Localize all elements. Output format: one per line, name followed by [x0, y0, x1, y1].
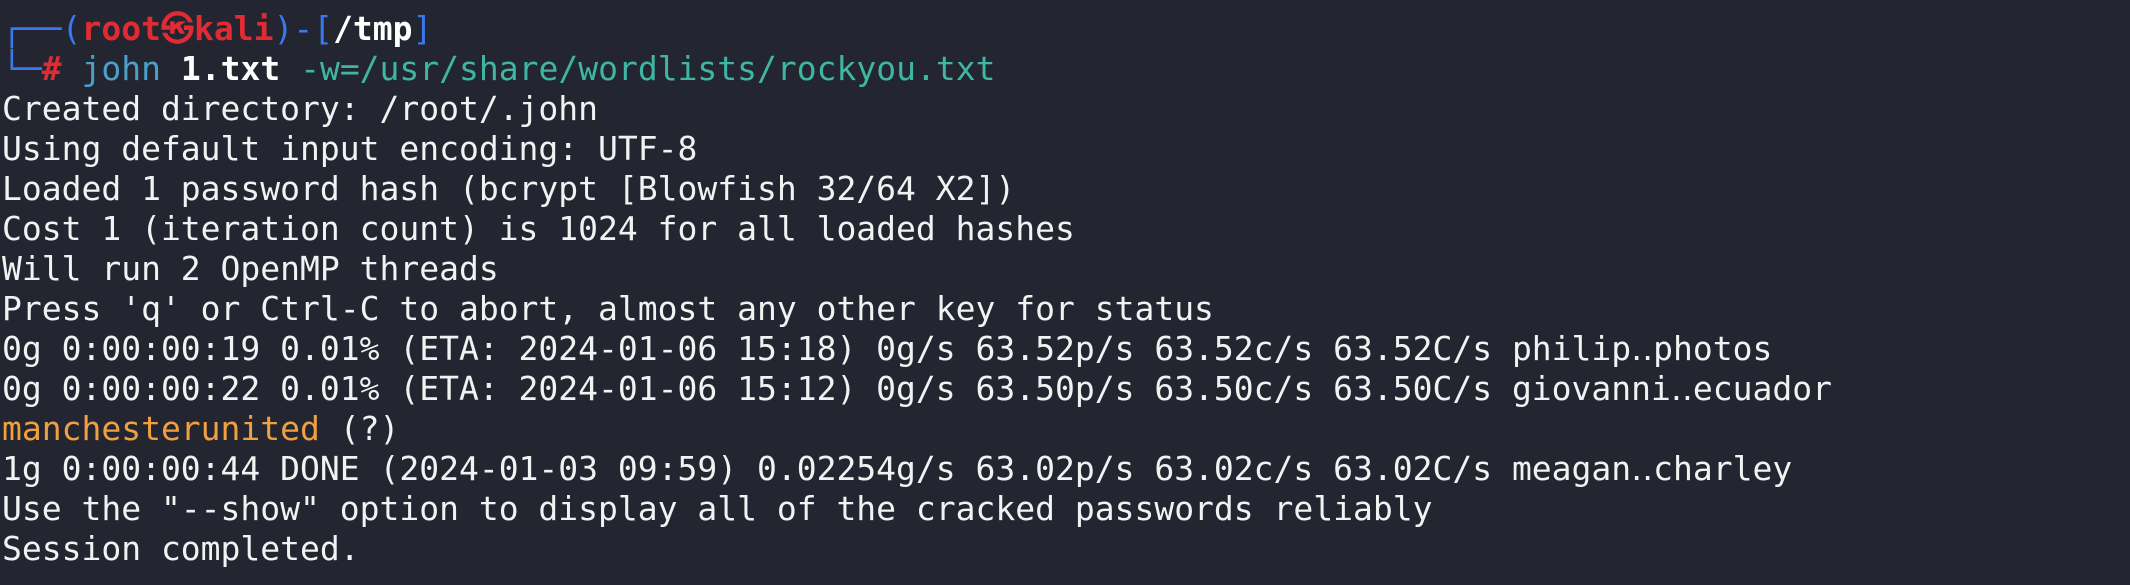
prompt-frame-top: ┌──: [2, 9, 62, 48]
status-line: 1g 0:00:00:44 DONE (2024-01-03 09:59) 0.…: [2, 449, 1793, 488]
prompt-frame-bottom: └─: [2, 49, 42, 88]
output-line: Press 'q' or Ctrl-C to abort, almost any…: [2, 289, 1214, 328]
prompt-separator: )-[: [273, 9, 334, 48]
output-line: Session completed.: [2, 529, 360, 568]
output-line: Use the "--show" option to display all o…: [2, 489, 1433, 528]
cracked-password: manchesterunited: [2, 409, 320, 448]
prompt-host: kali: [193, 9, 274, 48]
prompt-open-paren: (: [61, 9, 82, 48]
status-line: 0g 0:00:00:19 0.01% (ETA: 2024-01-06 15:…: [2, 329, 1773, 368]
command-name: john: [81, 49, 161, 88]
command-arg-option: -w=/usr/share/wordlists/rockyou.txt: [300, 49, 996, 88]
command-arg-file: 1.txt: [180, 49, 281, 88]
prompt-line-1: ┌──(root㉿kali)-[/tmp]: [2, 9, 2130, 49]
terminal[interactable]: ┌──(root㉿kali)-[/tmp] └─# john 1.txt -w=…: [0, 9, 2130, 569]
prompt-close-bracket: ]: [412, 9, 433, 48]
output-line: Created directory: /root/.john: [2, 89, 599, 128]
command-line[interactable]: └─# john 1.txt -w=/usr/share/wordlists/r…: [2, 49, 2130, 89]
prompt-symbol: #: [41, 49, 62, 88]
output-line: Loaded 1 password hash (bcrypt [Blowfish…: [2, 169, 1016, 208]
cracked-line: manchesterunited (?): [2, 409, 2130, 449]
cracked-user: (?): [339, 409, 400, 448]
output-line: Will run 2 OpenMP threads: [2, 249, 499, 288]
output-line: Cost 1 (iteration count) is 1024 for all…: [2, 209, 1075, 248]
status-line: 0g 0:00:00:22 0.01% (ETA: 2024-01-06 15:…: [2, 369, 1832, 408]
prompt-cwd: /tmp: [333, 9, 413, 48]
prompt-user: root: [81, 9, 161, 48]
skull-icon: ㉿: [160, 9, 194, 48]
output-line: Using default input encoding: UTF-8: [2, 129, 698, 168]
